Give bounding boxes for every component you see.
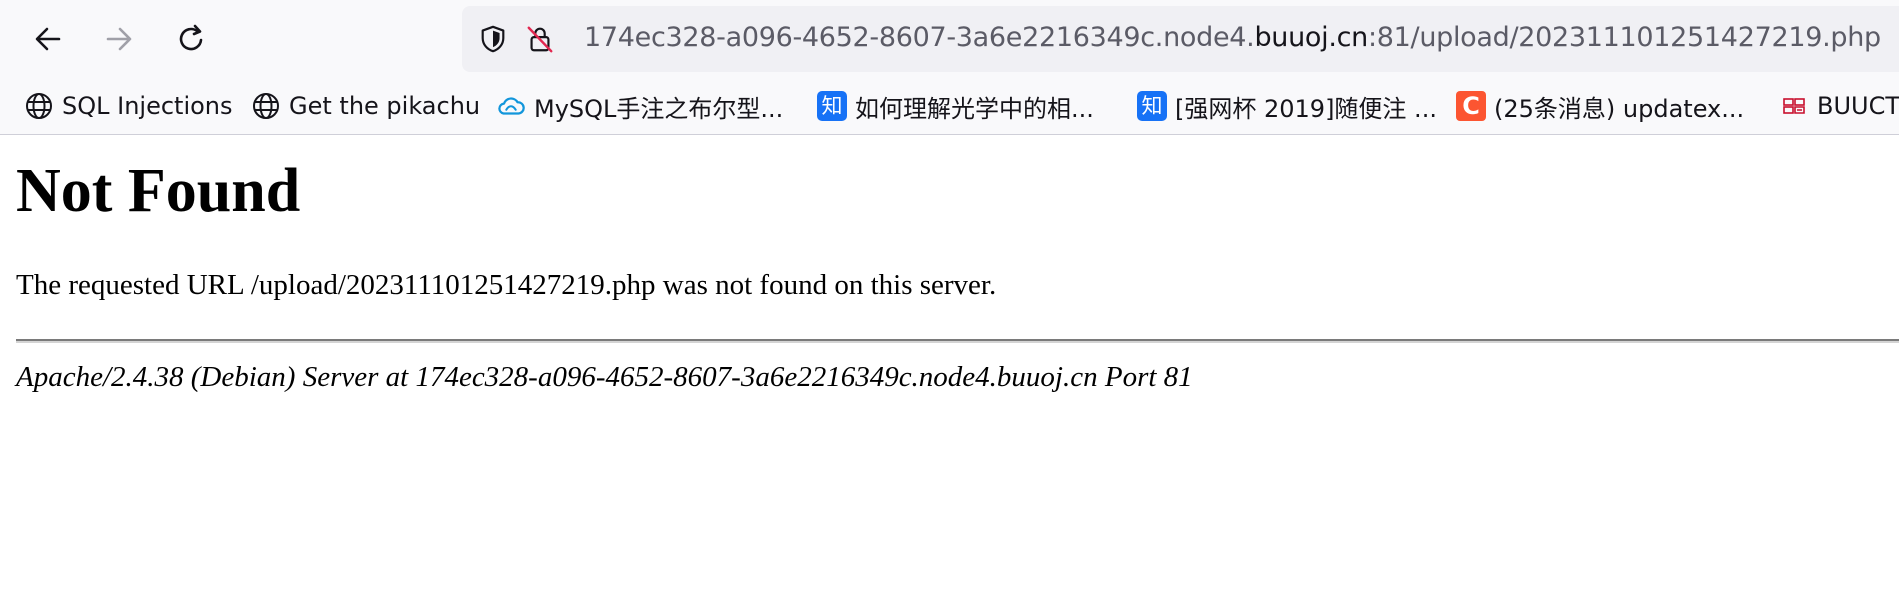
url-suffix: :81/upload/202311101251427219.php	[1367, 22, 1881, 53]
bookmark-label: [强网杯 2019]随便注 ...	[1175, 94, 1437, 123]
shield-icon[interactable]	[477, 23, 509, 55]
bookmark-label: 如何理解光学中的相...	[855, 94, 1094, 123]
globe-icon	[24, 91, 54, 121]
zhihu-icon: 知	[817, 91, 847, 121]
horizontal-rule	[16, 339, 1899, 343]
bookmark-zhihu-optics[interactable]: 知 如何理解光学中的相...	[817, 89, 1094, 123]
bookmark-csdn-updatexml[interactable]: C (25条消息) updatex...	[1456, 89, 1744, 123]
arrow-left-icon	[35, 27, 61, 51]
arrow-right-icon	[106, 27, 132, 51]
page-content: Not Found The requested URL /upload/2023…	[0, 135, 1899, 591]
bookmark-get-the-pikachu[interactable]: Get the pikachu	[251, 89, 480, 123]
bookmark-label: MySQL手注之布尔型...	[534, 94, 784, 123]
bookmark-label: BUUCT	[1817, 92, 1899, 120]
reload-button[interactable]	[172, 19, 212, 59]
bookmark-sql-injections[interactable]: SQL Injections	[24, 89, 233, 123]
reload-icon	[179, 24, 203, 51]
browser-toolbar: 174ec328-a096-4652-8607-3a6e2216349c.nod…	[0, 0, 1899, 79]
url-domain: buuoj.cn	[1254, 22, 1368, 53]
bookmark-label: SQL Injections	[62, 92, 233, 120]
bookmark-qiangwangbei-2019[interactable]: 知 [强网杯 2019]随便注 ...	[1137, 89, 1437, 123]
error-message: The requested URL /upload/20231110125142…	[16, 269, 997, 301]
server-signature: Apache/2.4.38 (Debian) Server at 174ec32…	[16, 361, 1193, 393]
bookmark-mysql-boolean[interactable]: MySQL手注之布尔型...	[496, 89, 783, 123]
address-bar[interactable]: 174ec328-a096-4652-8607-3a6e2216349c.nod…	[462, 6, 1899, 72]
url-text[interactable]: 174ec328-a096-4652-8607-3a6e2216349c.nod…	[584, 19, 1881, 57]
globe-icon	[251, 91, 281, 121]
page-title: Not Found	[16, 157, 301, 225]
url-prefix: 174ec328-a096-4652-8607-3a6e2216349c.nod…	[584, 22, 1255, 53]
csdn-icon: C	[1456, 91, 1486, 121]
insecure-lock-icon[interactable]	[524, 23, 556, 55]
buuctf-logo-icon	[1779, 91, 1809, 121]
cloud-icon	[496, 91, 526, 121]
zhihu-icon: 知	[1137, 91, 1167, 121]
forward-button[interactable]	[99, 19, 139, 59]
bookmark-label: Get the pikachu	[289, 92, 481, 120]
bookmark-label: (25条消息) updatex...	[1494, 94, 1745, 123]
bookmark-buuctf[interactable]: BUUCT	[1779, 89, 1899, 123]
bookmarks-toolbar: SQL Injections Get the pikachu MySQL手注之布…	[0, 79, 1899, 135]
back-button[interactable]	[28, 19, 68, 59]
